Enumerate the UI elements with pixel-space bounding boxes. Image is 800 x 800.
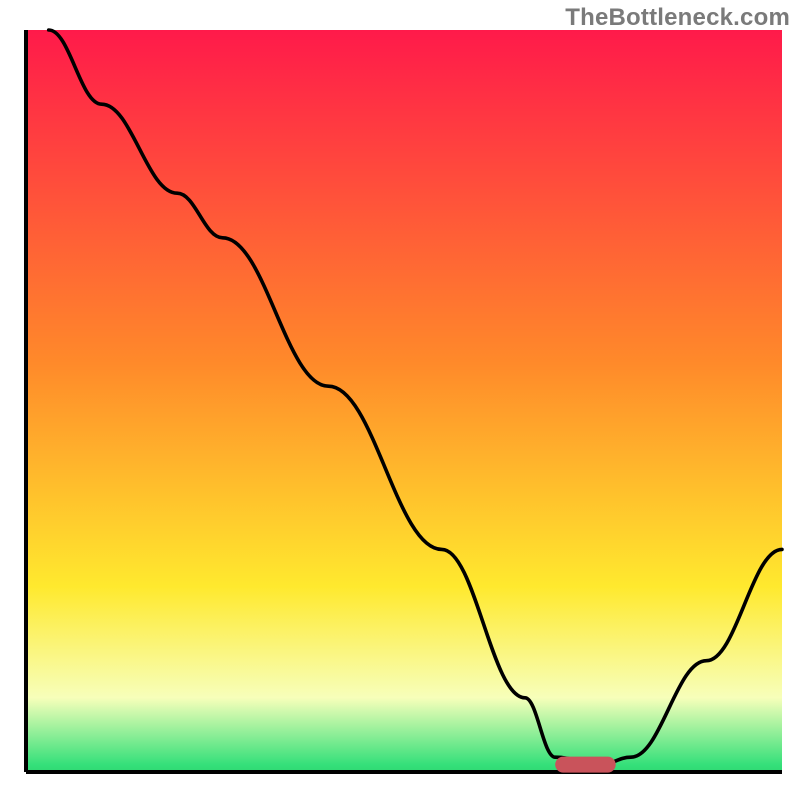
plot-background: [26, 30, 782, 772]
minimum-marker: [555, 757, 616, 773]
bottleneck-chart: [0, 0, 800, 800]
chart-container: TheBottleneck.com: [0, 0, 800, 800]
